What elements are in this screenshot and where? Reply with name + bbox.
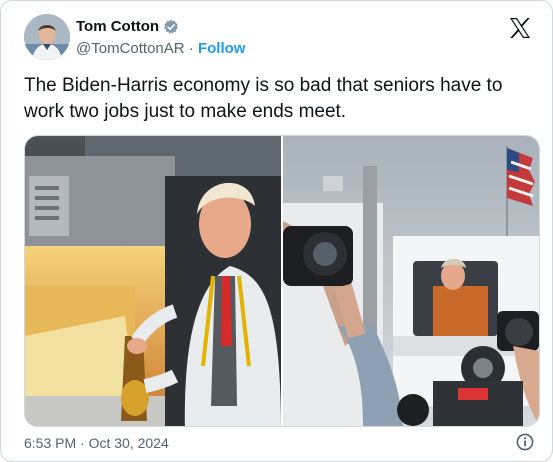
follow-button[interactable]: Follow	[198, 40, 246, 57]
author-name[interactable]: Tom Cotton	[76, 17, 159, 37]
author-handle[interactable]: @TomCottonAR	[76, 40, 185, 57]
author-block: Tom Cotton @TomCottonAR · Follow	[76, 17, 245, 59]
tweet-text: The Biden-Harris economy is so bad that …	[24, 75, 503, 122]
verified-badge-icon[interactable]	[163, 19, 179, 35]
x-logo-icon[interactable]	[508, 16, 532, 40]
avatar[interactable]	[24, 14, 70, 60]
handle-row: @TomCottonAR · Follow	[76, 39, 245, 59]
photo-fry-station[interactable]	[25, 136, 281, 426]
media-grid	[24, 135, 540, 427]
tweet-header: Tom Cotton @TomCottonAR · Follow	[24, 14, 538, 62]
photo-garbage-truck[interactable]	[283, 136, 539, 426]
separator-dot: ·	[188, 40, 194, 57]
info-icon[interactable]	[516, 433, 534, 451]
tweet-timestamp[interactable]: 6:53 PM · Oct 30, 2024	[24, 433, 169, 453]
tweet-card: Tom Cotton @TomCottonAR · Follow The Bid…	[0, 0, 553, 462]
author-name-row: Tom Cotton	[76, 17, 245, 37]
